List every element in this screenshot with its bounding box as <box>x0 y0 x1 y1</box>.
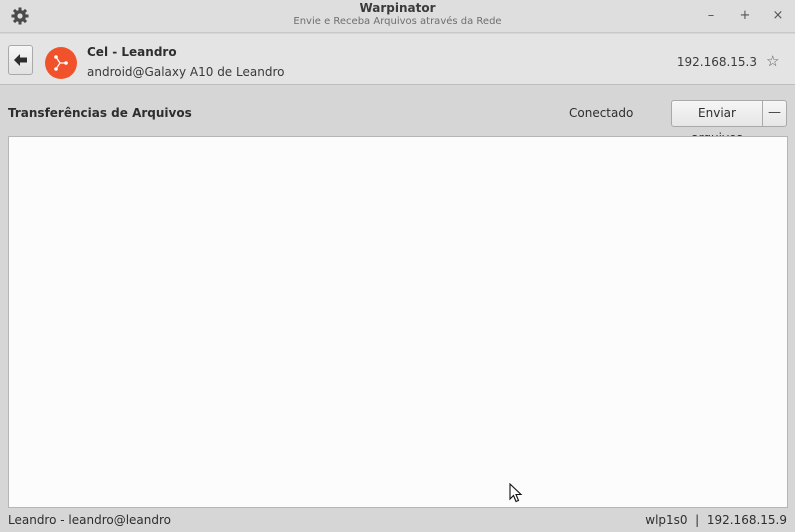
mouse-cursor-icon <box>509 483 523 503</box>
arrow-left-icon <box>14 54 27 66</box>
back-button[interactable] <box>8 45 33 75</box>
send-files-button[interactable]: Enviar arquivos <box>671 100 763 145</box>
window-title: Warpinator <box>359 1 436 15</box>
transfers-title: Transferências de Arquivos <box>8 106 192 120</box>
peer-ip-address: 192.168.15.3 <box>676 55 757 69</box>
network-interface-info: wlp1s0 | 192.168.15.9 <box>645 513 787 527</box>
peer-user-host: android@Galaxy A10 de Leandro <box>87 65 285 79</box>
network-share-icon <box>54 55 68 71</box>
favorite-star-icon[interactable]: ☆ <box>766 52 779 70</box>
title-bar: Warpinator Envie e Receba Arquivos atrav… <box>0 0 795 33</box>
maximize-button[interactable]: + <box>735 6 755 26</box>
window-subtitle: Envie e Receba Arquivos através da Rede <box>293 16 502 27</box>
local-user-info: Leandro - leandro@leandro <box>8 513 172 527</box>
connection-status: Conectado <box>569 106 634 120</box>
avatar <box>45 47 77 79</box>
transfers-menu-button[interactable]: — <box>762 100 787 127</box>
minimize-button[interactable]: – <box>701 6 721 26</box>
peer-name: Cel - Leandro <box>87 45 177 59</box>
peer-header: Cel - Leandro android@Galaxy A10 de Lean… <box>0 34 795 85</box>
transfer-list[interactable] <box>8 136 788 508</box>
close-button[interactable]: × <box>768 6 788 26</box>
